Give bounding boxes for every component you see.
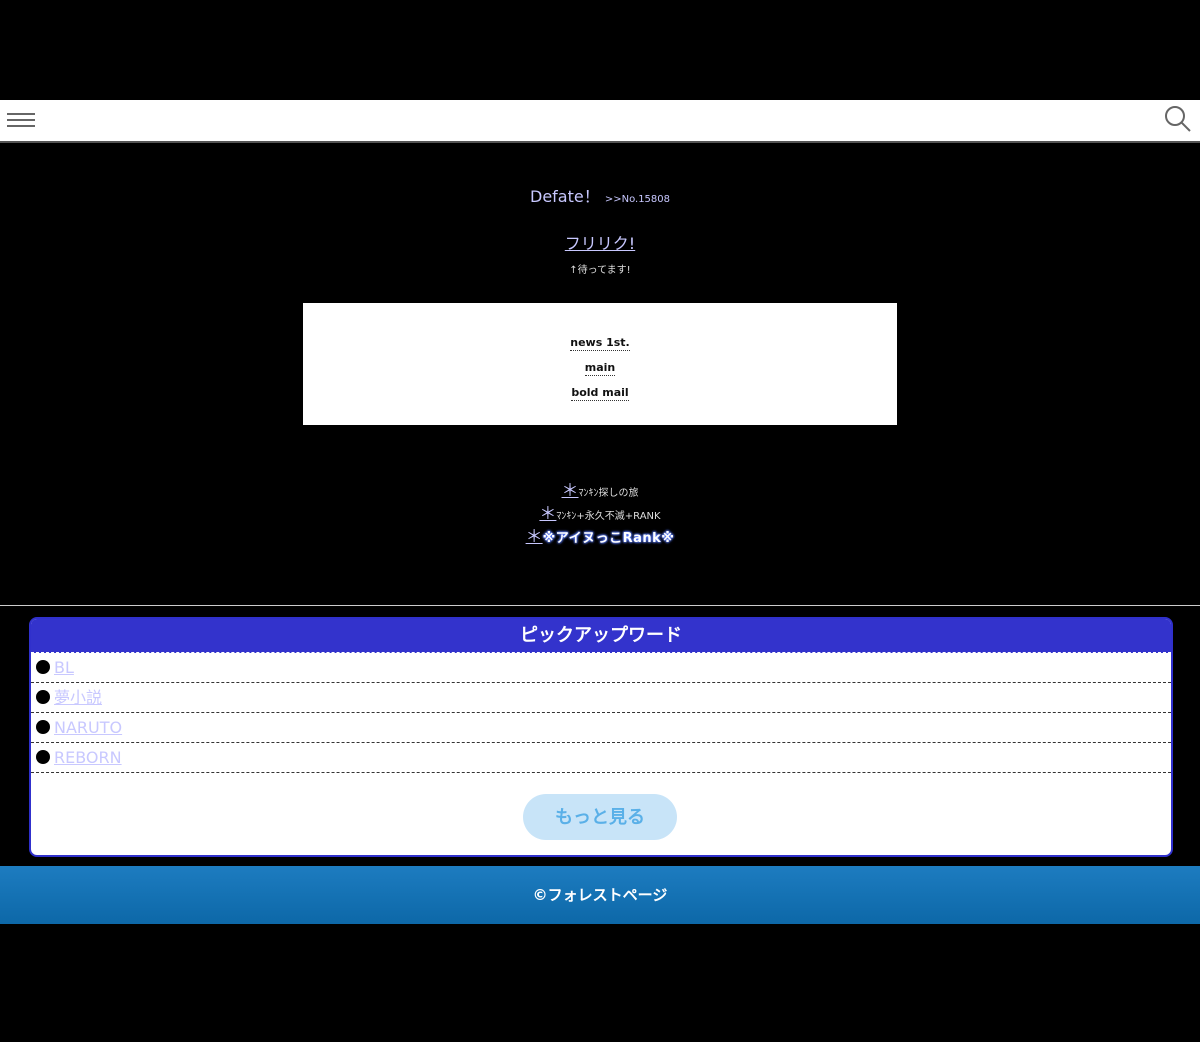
see-more-button[interactable]: もっと見る <box>523 794 677 840</box>
list-item: REBORN <box>31 743 1171 773</box>
ranking-links: ＊ﾏﾝｷﾝ探しの旅 ＊ﾏﾝｷﾝ+永久不滅+RANK ＊※アイヌっこRank※ <box>0 479 1200 548</box>
nav-link-main[interactable]: main <box>584 361 616 376</box>
waiting-note: ↑待ってます! <box>569 265 631 276</box>
star-icon: ＊ <box>561 481 579 501</box>
site-title-text: Defate！ <box>530 187 600 206</box>
rank-link-2-label: ﾏﾝｷﾝ+永久不滅+RANK <box>556 511 661 522</box>
rank-link-1[interactable]: ＊ﾏﾝｷﾝ探しの旅 <box>561 481 639 501</box>
pickup-words-panel: ピックアップワード BL 夢小説 NARUTO REBORN もっと見る <box>29 617 1173 857</box>
rank-link-1-label: ﾏﾝｷﾝ探しの旅 <box>578 488 639 499</box>
pickup-word-link[interactable]: NARUTO <box>54 718 122 737</box>
list-item: BL <box>31 653 1171 683</box>
pickup-word-list: BL 夢小説 NARUTO REBORN <box>31 653 1171 773</box>
top-bar <box>0 100 1200 143</box>
rank-link-line: ＊ﾏﾝｷﾝ+永久不滅+RANK <box>0 502 1200 525</box>
rank-link-3[interactable]: ＊※アイヌっこRank※ <box>525 527 675 547</box>
hamburger-menu-icon[interactable] <box>7 111 35 129</box>
bullet-icon <box>36 690 50 704</box>
free-request-link[interactable]: フリリク! <box>565 234 635 253</box>
nav-link-bold-mail[interactable]: bold mail <box>571 386 629 401</box>
footer-copyright[interactable]: ©フォレストページ <box>533 886 668 904</box>
main-nav-box: news 1st. main bold mail <box>303 303 897 425</box>
star-icon: ＊ <box>525 527 543 547</box>
list-item: NARUTO <box>31 713 1171 743</box>
pickup-word-link[interactable]: REBORN <box>54 748 122 767</box>
pickup-word-link[interactable]: BL <box>54 658 74 677</box>
site-title: Defate！ >>No.15808 <box>0 183 1200 207</box>
pickup-title: ピックアップワード <box>31 619 1171 653</box>
list-item: 夢小説 <box>31 683 1171 713</box>
pickup-word-link[interactable]: 夢小説 <box>54 688 102 707</box>
free-request-section: フリリク! <box>0 230 1200 254</box>
rank-link-line: ＊ﾏﾝｷﾝ探しの旅 <box>0 479 1200 502</box>
site-number: >>No.15808 <box>604 194 670 205</box>
section-divider <box>0 605 1200 606</box>
bullet-icon <box>36 750 50 764</box>
nav-link-news[interactable]: news 1st. <box>570 336 630 351</box>
search-icon[interactable] <box>1164 105 1192 133</box>
star-icon: ＊ <box>539 504 557 524</box>
rank-link-line: ＊※アイヌっこRank※ <box>0 525 1200 548</box>
bullet-icon <box>36 660 50 674</box>
rank-link-2[interactable]: ＊ﾏﾝｷﾝ+永久不滅+RANK <box>539 504 661 524</box>
footer: ©フォレストページ <box>0 866 1200 924</box>
bullet-icon <box>36 720 50 734</box>
rank-link-3-banner: ※アイヌっこRank※ <box>542 531 675 546</box>
